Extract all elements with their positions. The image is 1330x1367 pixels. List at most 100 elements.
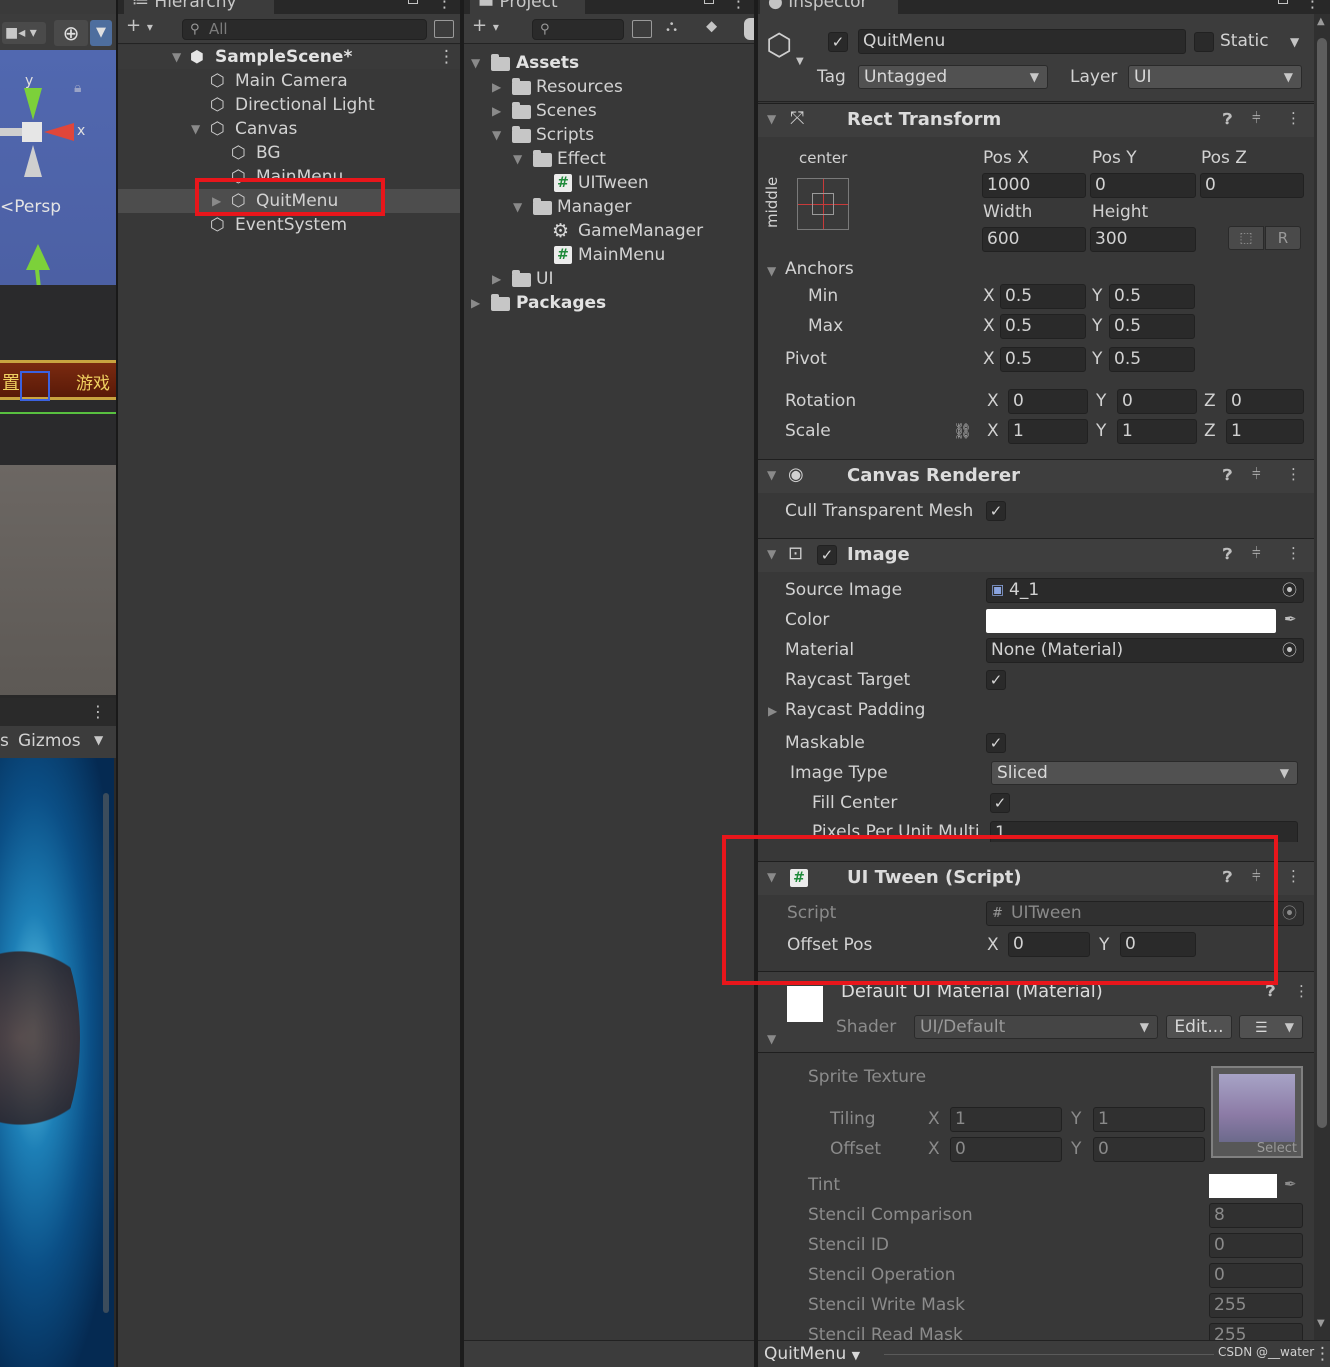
maskable-checkbox[interactable]: ✓ (986, 733, 1006, 753)
hierarchy-item-bg[interactable]: ⬡ BG (118, 141, 460, 165)
move-handle-y-arrow[interactable] (26, 244, 50, 270)
scene-visibility-icon[interactable] (434, 20, 454, 38)
axis-center-cube[interactable] (22, 122, 42, 142)
pos-z-input[interactable]: 0 (1200, 173, 1304, 198)
object-picker-icon[interactable]: ⦿ (1282, 639, 1297, 662)
scene-row[interactable]: ▼ ⬢ SampleScene* ⋮ (118, 45, 460, 69)
edit-shader-button[interactable]: Edit... (1166, 1015, 1232, 1039)
source-image-field[interactable]: ▣ 4_1 ⦿ (986, 578, 1304, 603)
expand-arrow[interactable]: ▼ (767, 547, 776, 561)
game-view-panel[interactable]: ⋮ s Gizmos ▼ (0, 698, 116, 1367)
height-input[interactable]: 300 (1090, 227, 1196, 252)
image-enabled-checkbox[interactable]: ✓ (817, 545, 837, 565)
axis-neg-y-arrow[interactable] (24, 145, 42, 177)
tag-icon[interactable]: ⬥ (706, 16, 717, 36)
help-icon[interactable]: ❓︎ (1223, 545, 1232, 563)
anchor-min-x-input[interactable]: 0.5 (1000, 284, 1086, 309)
stencil-write-mask-input[interactable]: 255 (1209, 1293, 1303, 1318)
tag-dropdown[interactable]: Untagged ▼ (858, 65, 1048, 89)
game-scrollbar[interactable] (103, 793, 109, 1313)
image-header[interactable]: ▼ ⊡ ✓ Image ❓︎ ⫩ ⋮ (758, 538, 1330, 572)
more-options-icon[interactable]: ⋮ (1294, 982, 1309, 1000)
filter-by-label-icon[interactable]: ⛬ (666, 16, 677, 36)
hierarchy-item-eventsystem[interactable]: ⬡ EventSystem (118, 213, 460, 237)
preset-icon[interactable]: ⫩ (1252, 109, 1261, 127)
hierarchy-item-canvas[interactable]: ▼ ⬡ Canvas (118, 117, 460, 141)
expand-arrow[interactable]: ▶ (492, 267, 501, 291)
scene-view-panel[interactable]: ■◂ ▾ ⊕ ▼ y 🔒︎ x <Persp 置 游戏 (0, 0, 116, 695)
scroll-up-arrow[interactable]: ▲ (1317, 16, 1325, 27)
rotation-x-input[interactable]: 0 (1008, 389, 1088, 414)
color-swatch[interactable] (986, 609, 1276, 633)
gameobject-cube-icon[interactable]: ⬡ (766, 28, 792, 63)
stencil-operation-input[interactable]: 0 (1209, 1263, 1303, 1288)
gizmo-orbit-icon[interactable]: ⊕ (54, 20, 88, 46)
expand-arrow[interactable]: ▶ (492, 99, 501, 123)
select-texture-label[interactable]: Select (1257, 1141, 1297, 1156)
raycast-target-checkbox[interactable]: ✓ (986, 670, 1006, 690)
camera-icon[interactable]: ■◂ ▾ (2, 22, 46, 44)
more-options-icon[interactable]: ⋮ (436, 0, 453, 12)
chevron-down-icon[interactable]: ▼ (796, 56, 804, 67)
sprite-texture-thumbnail[interactable]: Select (1211, 1066, 1303, 1158)
preset-icon[interactable]: ⫩ (1252, 465, 1261, 483)
raw-edit-button[interactable]: R (1265, 226, 1301, 250)
pivot-x-input[interactable]: 0.5 (1000, 347, 1086, 372)
tint-color-swatch[interactable] (1209, 1174, 1277, 1198)
expand-arrow[interactable]: ▼ (471, 51, 480, 75)
layer-dropdown[interactable]: UI ▼ (1128, 65, 1302, 89)
more-options-icon[interactable]: ⋮ (1314, 1344, 1330, 1364)
help-icon[interactable]: ❓︎ (1223, 110, 1232, 128)
chevron-down-icon[interactable]: ▼ (90, 20, 112, 46)
object-name-input[interactable]: QuitMenu (858, 29, 1186, 54)
more-options-icon[interactable]: ⋮ (90, 702, 106, 721)
anchor-preset-button[interactable] (797, 178, 849, 230)
shader-dropdown[interactable]: UI/Default ▼ (914, 1015, 1158, 1039)
help-icon[interactable]: ❓︎ (1223, 466, 1232, 484)
anchor-min-y-input[interactable]: 0.5 (1109, 284, 1195, 309)
tab-project[interactable]: ▬ Project (470, 0, 585, 14)
offset-x-input[interactable]: 0 (950, 1137, 1062, 1162)
shader-options-dropdown[interactable]: ☰ ▼ (1239, 1015, 1303, 1039)
more-options-icon[interactable]: ⋮ (730, 0, 747, 12)
scroll-down-arrow[interactable]: ▼ (1317, 1318, 1325, 1329)
rotation-y-input[interactable]: 0 (1117, 389, 1197, 414)
tab-inspector[interactable]: ● Inspector (760, 0, 898, 14)
pos-y-input[interactable]: 0 (1090, 173, 1196, 198)
inspector-scrollbar-track[interactable]: ▲ ▼ (1314, 14, 1330, 1340)
preset-icon[interactable]: ⫩ (1252, 544, 1261, 562)
more-options-icon[interactable]: ⋮ (1286, 867, 1301, 885)
static-checkbox[interactable] (1194, 32, 1214, 52)
tab-hierarchy[interactable]: ≔ Hierarchy (124, 0, 274, 14)
axis-x-arrow[interactable] (44, 123, 74, 141)
lock-icon[interactable]: 🔒︎ (74, 80, 81, 96)
expand-arrow[interactable]: ▼ (172, 45, 181, 69)
chevron-down-icon[interactable]: ▼ (94, 733, 103, 747)
fill-center-checkbox[interactable]: ✓ (990, 793, 1010, 813)
more-options-icon[interactable]: ⋮ (1286, 544, 1301, 562)
image-type-dropdown[interactable]: Sliced ▼ (991, 761, 1298, 785)
expand-arrow[interactable]: ▼ (767, 264, 776, 278)
anchor-max-y-input[interactable]: 0.5 (1109, 314, 1195, 339)
blueprint-mode-button[interactable]: ⬚ (1228, 226, 1264, 250)
rect-transform-header[interactable]: ▼ ⤧ Rect Transform ❓︎ ⫩ ⋮ (758, 103, 1330, 137)
more-options-icon[interactable]: ⋮ (438, 45, 455, 69)
scene-menu-strip[interactable]: 置 游戏 (0, 360, 116, 401)
hierarchy-search-input[interactable]: ⚲ All (182, 19, 427, 40)
active-checkbox[interactable]: ✓ (828, 32, 848, 52)
constrain-proportions-icon[interactable]: ⛓︎ (953, 422, 972, 440)
expand-arrow[interactable]: ▼ (513, 195, 522, 219)
search-by-type-icon[interactable] (632, 20, 652, 38)
axis-neg-x-arrow[interactable] (0, 128, 22, 136)
add-button[interactable]: + ▾ (126, 15, 153, 36)
offset-y-input[interactable]: 0 (1093, 1137, 1205, 1162)
eyedropper-icon[interactable]: ✒︎ (1284, 610, 1297, 628)
anchor-max-x-input[interactable]: 0.5 (1000, 314, 1086, 339)
inspector-scrollbar-thumb[interactable] (1317, 38, 1327, 1128)
stencil-id-input[interactable]: 0 (1209, 1233, 1303, 1258)
expand-arrow[interactable]: ▼ (767, 1032, 776, 1046)
expand-arrow[interactable]: ▼ (767, 468, 776, 482)
persp-label[interactable]: <Persp (0, 197, 61, 217)
stencil-comparison-input[interactable]: 8 (1209, 1203, 1303, 1228)
add-button[interactable]: + ▾ (472, 15, 499, 36)
